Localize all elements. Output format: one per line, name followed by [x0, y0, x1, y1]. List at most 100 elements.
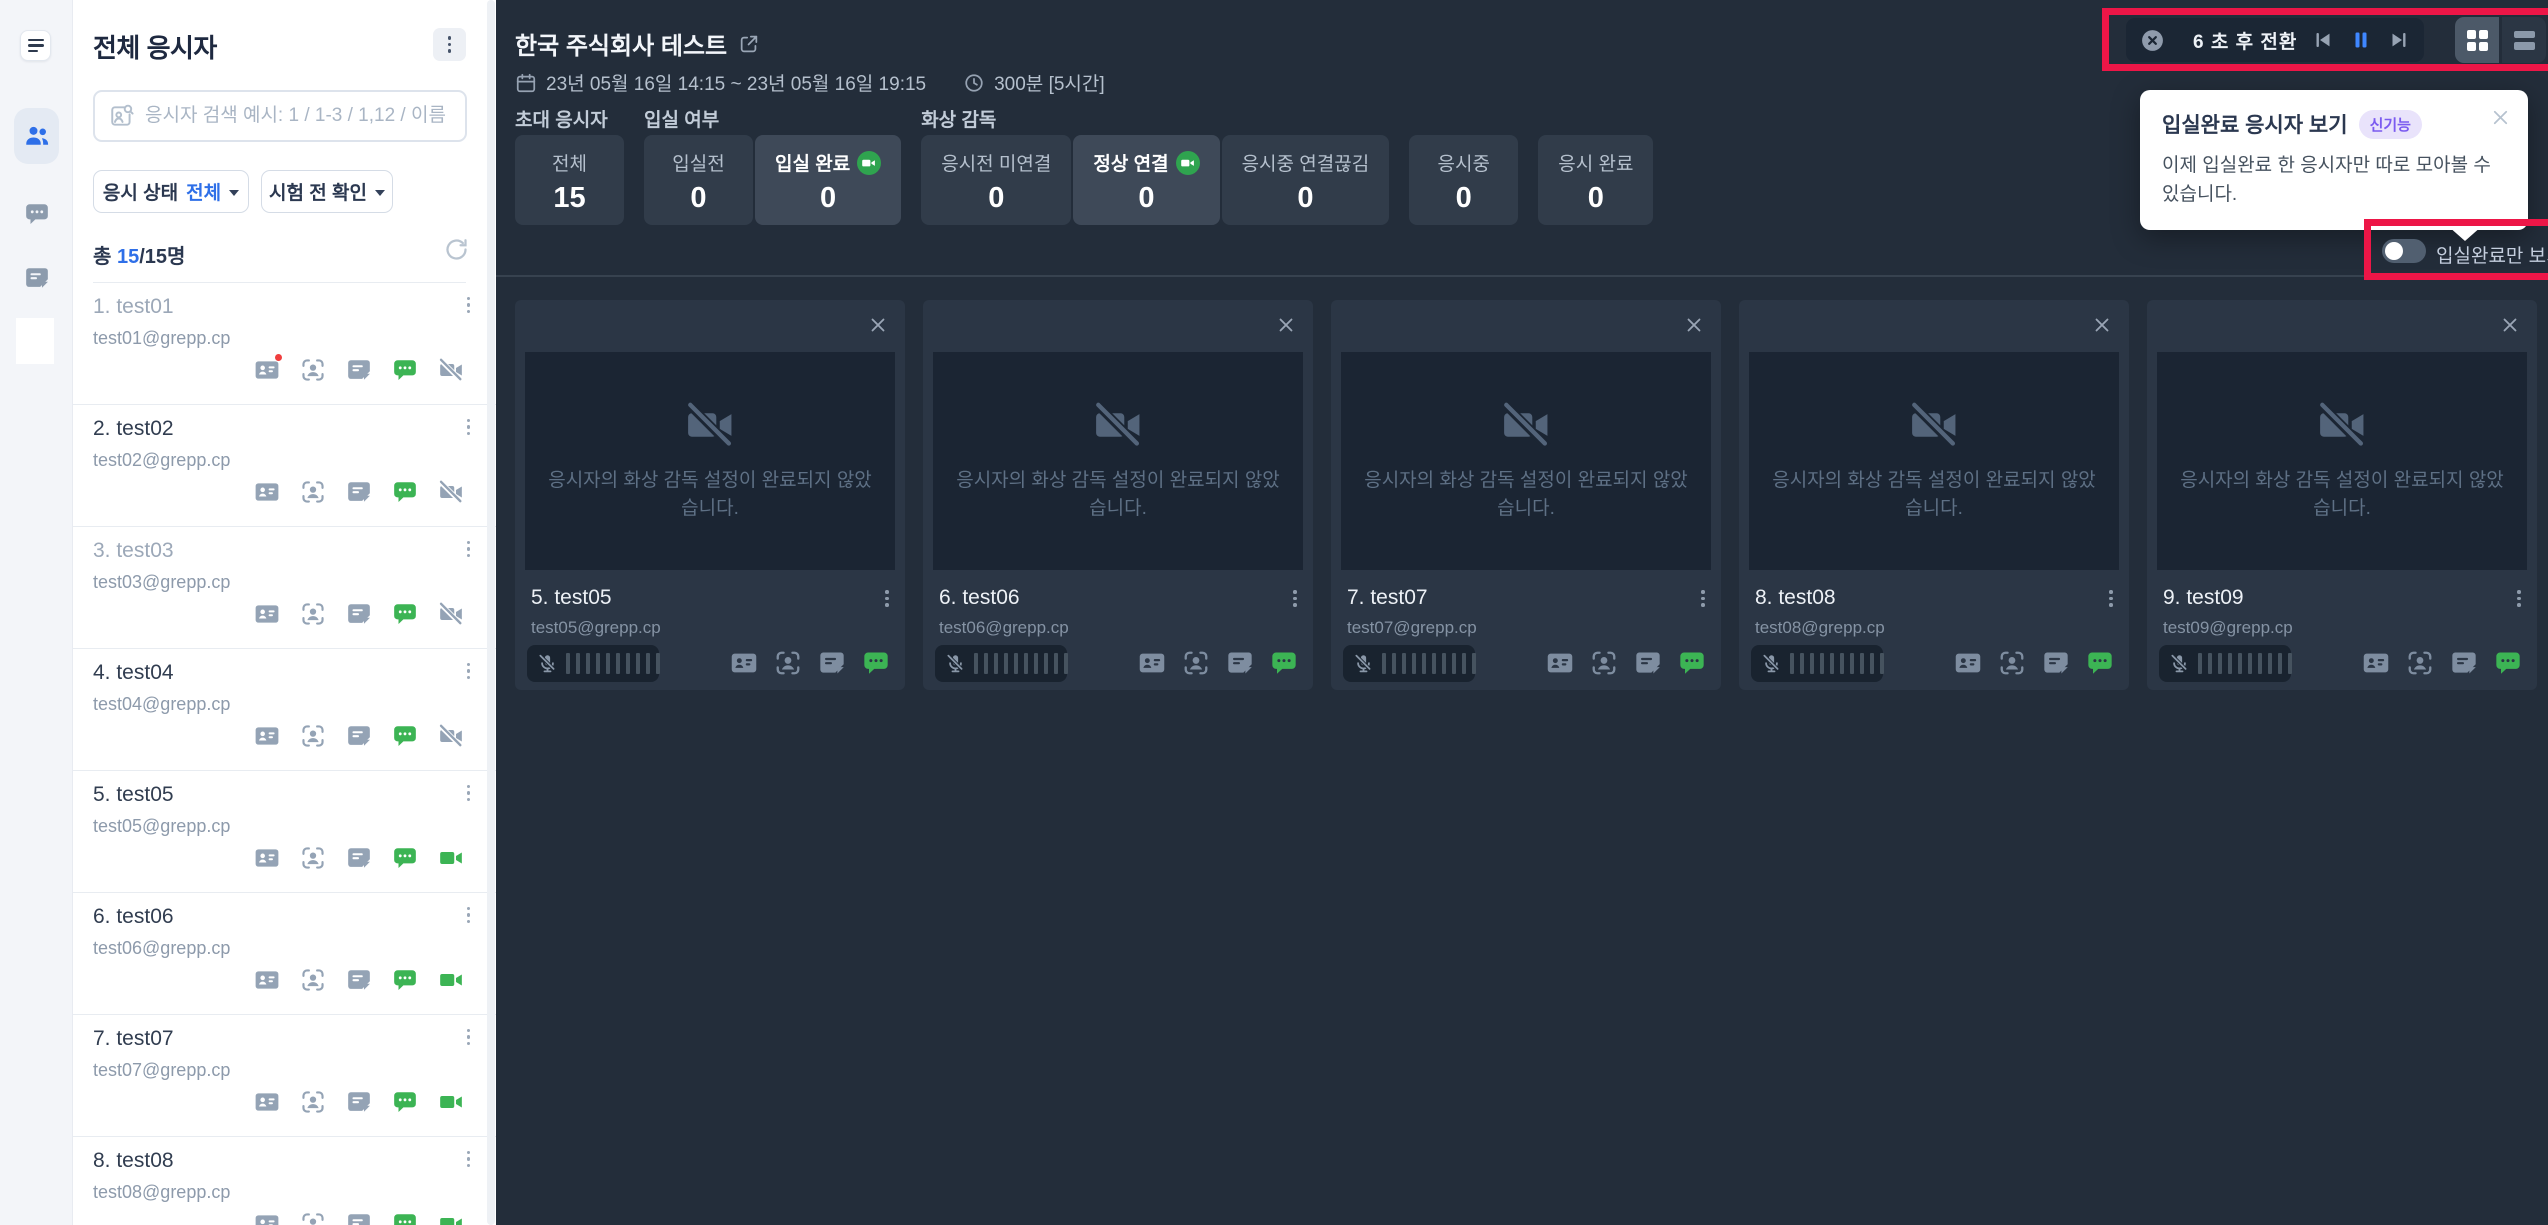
filter-precheck-dropdown[interactable]: 시험 전 확인 — [261, 170, 393, 213]
list-item[interactable]: 3. test03 test03@grepp.cp — [73, 527, 496, 649]
face-scan-icon[interactable] — [1590, 649, 1618, 677]
chat-bubble-icon[interactable] — [392, 1089, 418, 1115]
list-item[interactable]: 5. test05 test05@grepp.cp — [73, 771, 496, 893]
id-card-icon[interactable] — [1954, 649, 1982, 677]
list-item[interactable]: 7. test07 test07@grepp.cp — [73, 1015, 496, 1137]
card-kebab-menu-icon[interactable] — [1293, 590, 1297, 607]
list-view-button[interactable] — [2502, 17, 2546, 63]
face-scan-icon[interactable] — [300, 479, 326, 505]
card-kebab-menu-icon[interactable] — [1701, 590, 1705, 607]
chat-bubble-icon[interactable] — [392, 357, 418, 383]
entered-only-toggle[interactable] — [2382, 239, 2426, 263]
note-icon[interactable] — [346, 357, 372, 383]
menu-icon[interactable] — [20, 30, 51, 61]
note-icon[interactable] — [2450, 649, 2478, 677]
id-card-icon[interactable] — [1546, 649, 1574, 677]
card-kebab-menu-icon[interactable] — [2109, 590, 2113, 607]
card-kebab-menu-icon[interactable] — [885, 590, 889, 607]
note-icon[interactable] — [346, 723, 372, 749]
panel-kebab-menu-icon[interactable] — [433, 28, 466, 61]
chat-bubble-icon[interactable] — [392, 479, 418, 505]
id-card-icon[interactable] — [1138, 649, 1166, 677]
chat-bubble-icon[interactable] — [392, 723, 418, 749]
id-card-icon[interactable] — [254, 967, 280, 993]
id-card-icon[interactable] — [254, 357, 280, 383]
face-scan-icon[interactable] — [300, 1211, 326, 1225]
item-kebab-menu-icon[interactable] — [467, 297, 470, 313]
grid-view-button[interactable] — [2455, 17, 2499, 63]
search-input[interactable] — [145, 105, 451, 127]
sidebar-item-chat[interactable] — [14, 186, 59, 242]
id-card-icon[interactable] — [254, 1089, 280, 1115]
id-card-icon[interactable] — [730, 649, 758, 677]
close-icon[interactable] — [2489, 106, 2512, 129]
list-item[interactable]: 6. test06 test06@grepp.cp — [73, 893, 496, 1015]
face-scan-icon[interactable] — [300, 357, 326, 383]
pause-icon[interactable] — [2349, 28, 2373, 52]
face-scan-icon[interactable] — [1182, 649, 1210, 677]
id-card-icon[interactable] — [2362, 649, 2390, 677]
chat-bubble-icon[interactable] — [2494, 649, 2522, 677]
scrollbar[interactable] — [487, 0, 495, 1225]
item-kebab-menu-icon[interactable] — [467, 663, 470, 679]
note-icon[interactable] — [346, 1211, 372, 1225]
external-link-icon[interactable] — [738, 33, 760, 55]
list-item[interactable]: 2. test02 test02@grepp.cp — [73, 405, 496, 527]
chat-bubble-icon[interactable] — [392, 1211, 418, 1225]
note-icon[interactable] — [1226, 649, 1254, 677]
chat-bubble-icon[interactable] — [2086, 649, 2114, 677]
note-icon[interactable] — [346, 1089, 372, 1115]
note-icon[interactable] — [346, 845, 372, 871]
face-scan-icon[interactable] — [2406, 649, 2434, 677]
item-kebab-menu-icon[interactable] — [467, 541, 470, 557]
list-item[interactable]: 8. test08 test08@grepp.cp — [73, 1137, 496, 1225]
note-icon[interactable] — [346, 967, 372, 993]
list-item[interactable]: 1. test01 test01@grepp.cp — [73, 283, 496, 405]
video-on-icon[interactable] — [438, 845, 464, 871]
video-off-icon[interactable] — [438, 723, 464, 749]
video-off-icon[interactable] — [438, 357, 464, 383]
sidebar-item-notes[interactable] — [14, 250, 59, 306]
chat-bubble-icon[interactable] — [1270, 649, 1298, 677]
filter-status-dropdown[interactable]: 응시 상태 전체 — [93, 170, 249, 213]
sidebar-item-participants[interactable] — [14, 108, 59, 164]
note-icon[interactable] — [346, 479, 372, 505]
video-off-icon[interactable] — [438, 479, 464, 505]
close-icon[interactable] — [2499, 314, 2521, 336]
chat-bubble-icon[interactable] — [392, 601, 418, 627]
face-scan-icon[interactable] — [1998, 649, 2026, 677]
card-kebab-menu-icon[interactable] — [2517, 590, 2521, 607]
note-icon[interactable] — [2042, 649, 2070, 677]
face-scan-icon[interactable] — [300, 1089, 326, 1115]
id-card-icon[interactable] — [254, 723, 280, 749]
close-icon[interactable] — [2091, 314, 2113, 336]
item-kebab-menu-icon[interactable] — [467, 1029, 470, 1045]
cancel-rotation-icon[interactable] — [2140, 28, 2165, 53]
item-kebab-menu-icon[interactable] — [467, 419, 470, 435]
close-icon[interactable] — [1275, 314, 1297, 336]
id-card-icon[interactable] — [254, 845, 280, 871]
refresh-icon[interactable] — [443, 236, 470, 263]
close-icon[interactable] — [867, 314, 889, 336]
video-on-icon[interactable] — [438, 1089, 464, 1115]
next-icon[interactable] — [2387, 28, 2411, 52]
note-icon[interactable] — [1634, 649, 1662, 677]
chat-bubble-icon[interactable] — [862, 649, 890, 677]
face-scan-icon[interactable] — [300, 601, 326, 627]
id-card-icon[interactable] — [254, 601, 280, 627]
video-on-icon[interactable] — [438, 967, 464, 993]
id-card-icon[interactable] — [254, 479, 280, 505]
face-scan-icon[interactable] — [300, 845, 326, 871]
video-off-icon[interactable] — [438, 601, 464, 627]
note-icon[interactable] — [346, 601, 372, 627]
note-icon[interactable] — [818, 649, 846, 677]
face-scan-icon[interactable] — [300, 967, 326, 993]
previous-icon[interactable] — [2311, 28, 2335, 52]
face-scan-icon[interactable] — [774, 649, 802, 677]
chat-bubble-icon[interactable] — [392, 967, 418, 993]
item-kebab-menu-icon[interactable] — [467, 1151, 470, 1167]
id-card-icon[interactable] — [254, 1211, 280, 1225]
face-scan-icon[interactable] — [300, 723, 326, 749]
item-kebab-menu-icon[interactable] — [467, 785, 470, 801]
chat-bubble-icon[interactable] — [392, 845, 418, 871]
